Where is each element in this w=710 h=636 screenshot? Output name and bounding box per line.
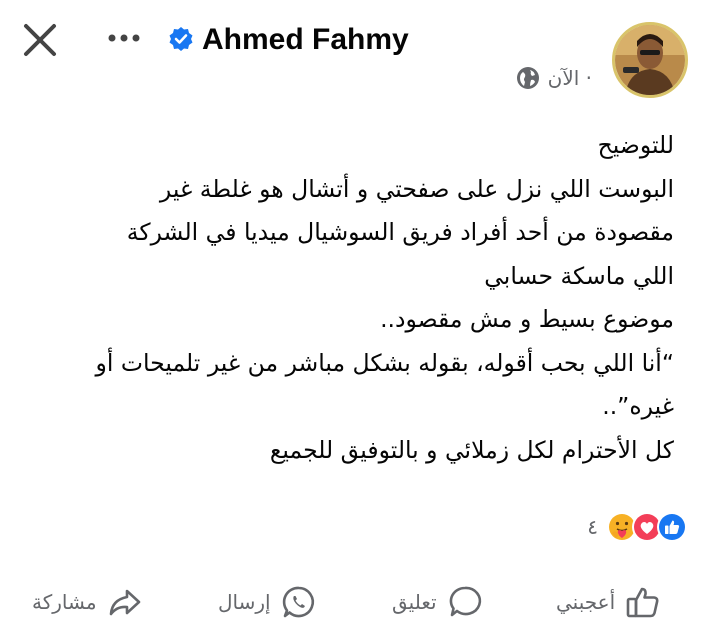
- author-name[interactable]: Ahmed Fahmy: [202, 20, 409, 60]
- comment-icon: [449, 586, 481, 617]
- post-timestamp[interactable]: الآن ·: [548, 66, 592, 90]
- reactions-summary[interactable]: ٤: [587, 511, 688, 543]
- avatar[interactable]: [612, 22, 688, 98]
- verified-badge-icon: [169, 27, 193, 51]
- share-button[interactable]: مشاركة: [32, 584, 143, 620]
- profile-photo: [615, 25, 685, 95]
- post-line: كل الأحترام لكل زملائي و بالتوفيق للجميع: [269, 435, 674, 464]
- post-line: للتوضيح: [597, 131, 674, 159]
- send-label: إرسال: [218, 590, 271, 614]
- like-label: أعجبني: [556, 590, 616, 614]
- whatsapp-icon: [282, 586, 314, 618]
- share-label: مشاركة: [32, 590, 97, 614]
- post-line: اللي ماسكة حسابي: [484, 261, 674, 290]
- globe-icon: [516, 67, 539, 89]
- reaction-icons: [606, 511, 688, 543]
- post-line: موضوع بسيط و مش مقصود..: [380, 305, 674, 333]
- comment-button[interactable]: تعليق: [392, 584, 483, 620]
- post-meta: الآن ·: [516, 66, 592, 90]
- reaction-count: ٤: [587, 515, 598, 539]
- send-button[interactable]: إرسال: [218, 584, 317, 620]
- action-bar: مشاركة إرسال تعليق أعجبني: [0, 576, 710, 632]
- comment-label: تعليق: [392, 590, 437, 614]
- post-line: البوست اللي نزل على صفحتي و أتشال هو غلط…: [159, 174, 674, 203]
- more-icon: [108, 34, 140, 42]
- post-line: مقصودة من أحد أفراد فريق السوشيال ميديا …: [126, 218, 674, 246]
- post-text: للتوضيح البوست اللي نزل على صفحتي و أتشا…: [14, 124, 674, 472]
- post-line: “أنا اللي بحب أقوله، بقوله بشكل مباشر من…: [95, 348, 674, 377]
- close-icon: [24, 24, 56, 56]
- share-icon: [109, 589, 140, 616]
- close-button[interactable]: [20, 20, 60, 60]
- post-line: غيره”..: [602, 392, 674, 420]
- like-reaction-icon: [657, 512, 687, 542]
- thumbs-up-icon: [626, 587, 659, 618]
- more-options-button[interactable]: [104, 26, 144, 50]
- like-button[interactable]: أعجبني: [556, 584, 661, 620]
